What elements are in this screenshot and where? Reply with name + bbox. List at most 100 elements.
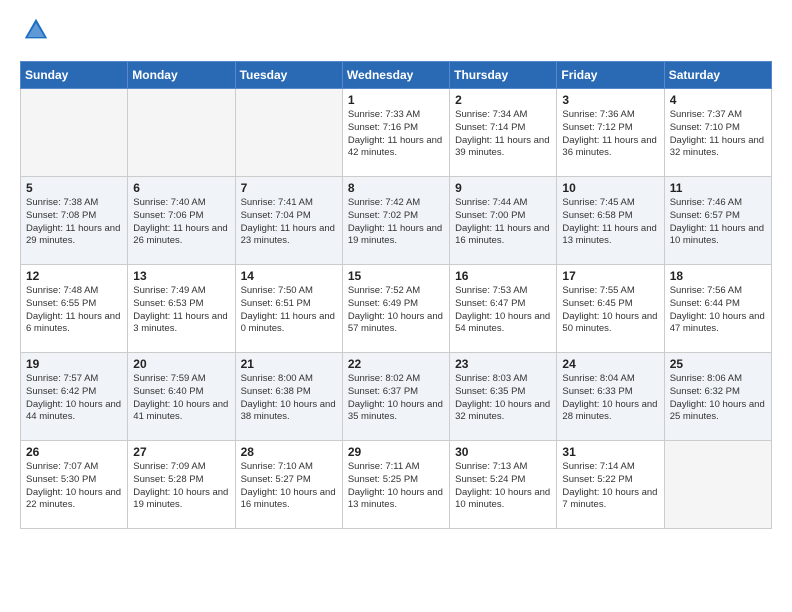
cell-info: Sunrise: 7:42 AMSunset: 7:02 PMDaylight:… — [348, 197, 444, 248]
calendar-cell: 14 Sunrise: 7:50 AMSunset: 6:51 PMDayligh… — [235, 265, 342, 353]
weekday-header-row: SundayMondayTuesdayWednesdayThursdayFrid… — [21, 62, 772, 89]
cell-info: Sunrise: 7:11 AMSunset: 5:25 PMDaylight:… — [348, 461, 444, 512]
day-number: 14 — [241, 269, 337, 283]
cell-info: Sunrise: 7:37 AMSunset: 7:10 PMDaylight:… — [670, 109, 766, 160]
calendar-cell — [235, 89, 342, 177]
cell-info: Sunrise: 8:04 AMSunset: 6:33 PMDaylight:… — [562, 373, 658, 424]
cell-info: Sunrise: 7:56 AMSunset: 6:44 PMDaylight:… — [670, 285, 766, 336]
cell-info: Sunrise: 7:33 AMSunset: 7:16 PMDaylight:… — [348, 109, 444, 160]
week-row-5: 26 Sunrise: 7:07 AMSunset: 5:30 PMDayligh… — [21, 441, 772, 529]
day-number: 30 — [455, 445, 551, 459]
calendar-cell: 20Sunrise: 7:59 AMSunset: 6:40 PMDayligh… — [128, 353, 235, 441]
calendar-cell: 17 Sunrise: 7:55 AMSunset: 6:45 PMDayligh… — [557, 265, 664, 353]
day-number: 16 — [455, 269, 551, 283]
cell-info: Sunrise: 7:38 AMSunset: 7:08 PMDaylight:… — [26, 197, 122, 248]
day-number: 3 — [562, 93, 658, 107]
day-number: 26 — [26, 445, 122, 459]
cell-info: Sunrise: 7:07 AMSunset: 5:30 PMDaylight:… — [26, 461, 122, 512]
day-number: 9 — [455, 181, 551, 195]
day-number: 11 — [670, 181, 766, 195]
calendar-cell: 25 Sunrise: 8:06 AMSunset: 6:32 PMDayligh… — [664, 353, 771, 441]
calendar-cell: 21Sunrise: 8:00 AMSunset: 6:38 PMDayligh… — [235, 353, 342, 441]
weekday-wednesday: Wednesday — [342, 62, 449, 89]
cell-info: Sunrise: 7:13 AMSunset: 5:24 PMDaylight:… — [455, 461, 551, 512]
calendar-cell: 30 Sunrise: 7:13 AMSunset: 5:24 PMDayligh… — [450, 441, 557, 529]
week-row-1: 1 Sunrise: 7:33 AMSunset: 7:16 PMDaylight… — [21, 89, 772, 177]
day-number: 4 — [670, 93, 766, 107]
cell-info: Sunrise: 7:50 AMSunset: 6:51 PMDaylight:… — [241, 285, 337, 336]
day-number: 27 — [133, 445, 229, 459]
weekday-friday: Friday — [557, 62, 664, 89]
cell-info: Sunrise: 7:41 AMSunset: 7:04 PMDaylight:… — [241, 197, 337, 248]
day-number: 12 — [26, 269, 122, 283]
day-number: 20 — [133, 357, 229, 371]
calendar-cell: 18 Sunrise: 7:56 AMSunset: 6:44 PMDayligh… — [664, 265, 771, 353]
day-number: 6 — [133, 181, 229, 195]
cell-info: Sunrise: 8:02 AMSunset: 6:37 PMDaylight:… — [348, 373, 444, 424]
logo — [20, 16, 54, 49]
day-number: 18 — [670, 269, 766, 283]
calendar-cell: 27 Sunrise: 7:09 AMSunset: 5:28 PMDayligh… — [128, 441, 235, 529]
day-number: 7 — [241, 181, 337, 195]
day-number: 19 — [26, 357, 122, 371]
weekday-monday: Monday — [128, 62, 235, 89]
calendar-cell — [664, 441, 771, 529]
calendar-cell: 2 Sunrise: 7:34 AMSunset: 7:14 PMDaylight… — [450, 89, 557, 177]
calendar-cell: 11 Sunrise: 7:46 AMSunset: 6:57 PMDayligh… — [664, 177, 771, 265]
calendar-cell: 10 Sunrise: 7:45 AMSunset: 6:58 PMDayligh… — [557, 177, 664, 265]
cell-info: Sunrise: 7:49 AMSunset: 6:53 PMDaylight:… — [133, 285, 229, 336]
cell-info: Sunrise: 7:55 AMSunset: 6:45 PMDaylight:… — [562, 285, 658, 336]
day-number: 17 — [562, 269, 658, 283]
cell-info: Sunrise: 7:40 AMSunset: 7:06 PMDaylight:… — [133, 197, 229, 248]
day-number: 31 — [562, 445, 658, 459]
day-number: 5 — [26, 181, 122, 195]
calendar-cell: 8Sunrise: 7:42 AMSunset: 7:02 PMDaylight… — [342, 177, 449, 265]
cell-info: Sunrise: 7:44 AMSunset: 7:00 PMDaylight:… — [455, 197, 551, 248]
weekday-saturday: Saturday — [664, 62, 771, 89]
calendar-cell: 19Sunrise: 7:57 AMSunset: 6:42 PMDayligh… — [21, 353, 128, 441]
calendar-cell: 15Sunrise: 7:52 AMSunset: 6:49 PMDayligh… — [342, 265, 449, 353]
cell-info: Sunrise: 8:00 AMSunset: 6:38 PMDaylight:… — [241, 373, 337, 424]
calendar: SundayMondayTuesdayWednesdayThursdayFrid… — [20, 61, 772, 529]
calendar-cell: 3 Sunrise: 7:36 AMSunset: 7:12 PMDaylight… — [557, 89, 664, 177]
day-number: 10 — [562, 181, 658, 195]
day-number: 22 — [348, 357, 444, 371]
calendar-cell: 7 Sunrise: 7:41 AMSunset: 7:04 PMDaylight… — [235, 177, 342, 265]
calendar-cell: 13 Sunrise: 7:49 AMSunset: 6:53 PMDayligh… — [128, 265, 235, 353]
calendar-cell: 31 Sunrise: 7:14 AMSunset: 5:22 PMDayligh… — [557, 441, 664, 529]
header — [20, 16, 772, 49]
day-number: 1 — [348, 93, 444, 107]
calendar-cell: 22 Sunrise: 8:02 AMSunset: 6:37 PMDayligh… — [342, 353, 449, 441]
cell-info: Sunrise: 8:06 AMSunset: 6:32 PMDaylight:… — [670, 373, 766, 424]
cell-info: Sunrise: 7:52 AMSunset: 6:49 PMDaylight:… — [348, 285, 444, 336]
calendar-cell: 6 Sunrise: 7:40 AMSunset: 7:06 PMDaylight… — [128, 177, 235, 265]
page: SundayMondayTuesdayWednesdayThursdayFrid… — [0, 0, 792, 612]
weekday-tuesday: Tuesday — [235, 62, 342, 89]
weekday-sunday: Sunday — [21, 62, 128, 89]
cell-info: Sunrise: 7:09 AMSunset: 5:28 PMDaylight:… — [133, 461, 229, 512]
calendar-cell: 24Sunrise: 8:04 AMSunset: 6:33 PMDayligh… — [557, 353, 664, 441]
week-row-4: 19Sunrise: 7:57 AMSunset: 6:42 PMDayligh… — [21, 353, 772, 441]
cell-info: Sunrise: 7:46 AMSunset: 6:57 PMDaylight:… — [670, 197, 766, 248]
week-row-3: 12 Sunrise: 7:48 AMSunset: 6:55 PMDayligh… — [21, 265, 772, 353]
day-number: 13 — [133, 269, 229, 283]
calendar-cell — [21, 89, 128, 177]
calendar-cell: 5 Sunrise: 7:38 AMSunset: 7:08 PMDaylight… — [21, 177, 128, 265]
cell-info: Sunrise: 7:34 AMSunset: 7:14 PMDaylight:… — [455, 109, 551, 160]
cell-info: Sunrise: 7:45 AMSunset: 6:58 PMDaylight:… — [562, 197, 658, 248]
cell-info: Sunrise: 7:36 AMSunset: 7:12 PMDaylight:… — [562, 109, 658, 160]
day-number: 23 — [455, 357, 551, 371]
calendar-cell: 4 Sunrise: 7:37 AMSunset: 7:10 PMDaylight… — [664, 89, 771, 177]
calendar-cell — [128, 89, 235, 177]
cell-info: Sunrise: 7:53 AMSunset: 6:47 PMDaylight:… — [455, 285, 551, 336]
calendar-cell: 26 Sunrise: 7:07 AMSunset: 5:30 PMDayligh… — [21, 441, 128, 529]
day-number: 25 — [670, 357, 766, 371]
cell-info: Sunrise: 7:48 AMSunset: 6:55 PMDaylight:… — [26, 285, 122, 336]
calendar-cell: 28Sunrise: 7:10 AMSunset: 5:27 PMDayligh… — [235, 441, 342, 529]
cell-info: Sunrise: 7:14 AMSunset: 5:22 PMDaylight:… — [562, 461, 658, 512]
day-number: 2 — [455, 93, 551, 107]
weekday-thursday: Thursday — [450, 62, 557, 89]
calendar-cell: 1 Sunrise: 7:33 AMSunset: 7:16 PMDaylight… — [342, 89, 449, 177]
calendar-cell: 23Sunrise: 8:03 AMSunset: 6:35 PMDayligh… — [450, 353, 557, 441]
calendar-cell: 12 Sunrise: 7:48 AMSunset: 6:55 PMDayligh… — [21, 265, 128, 353]
